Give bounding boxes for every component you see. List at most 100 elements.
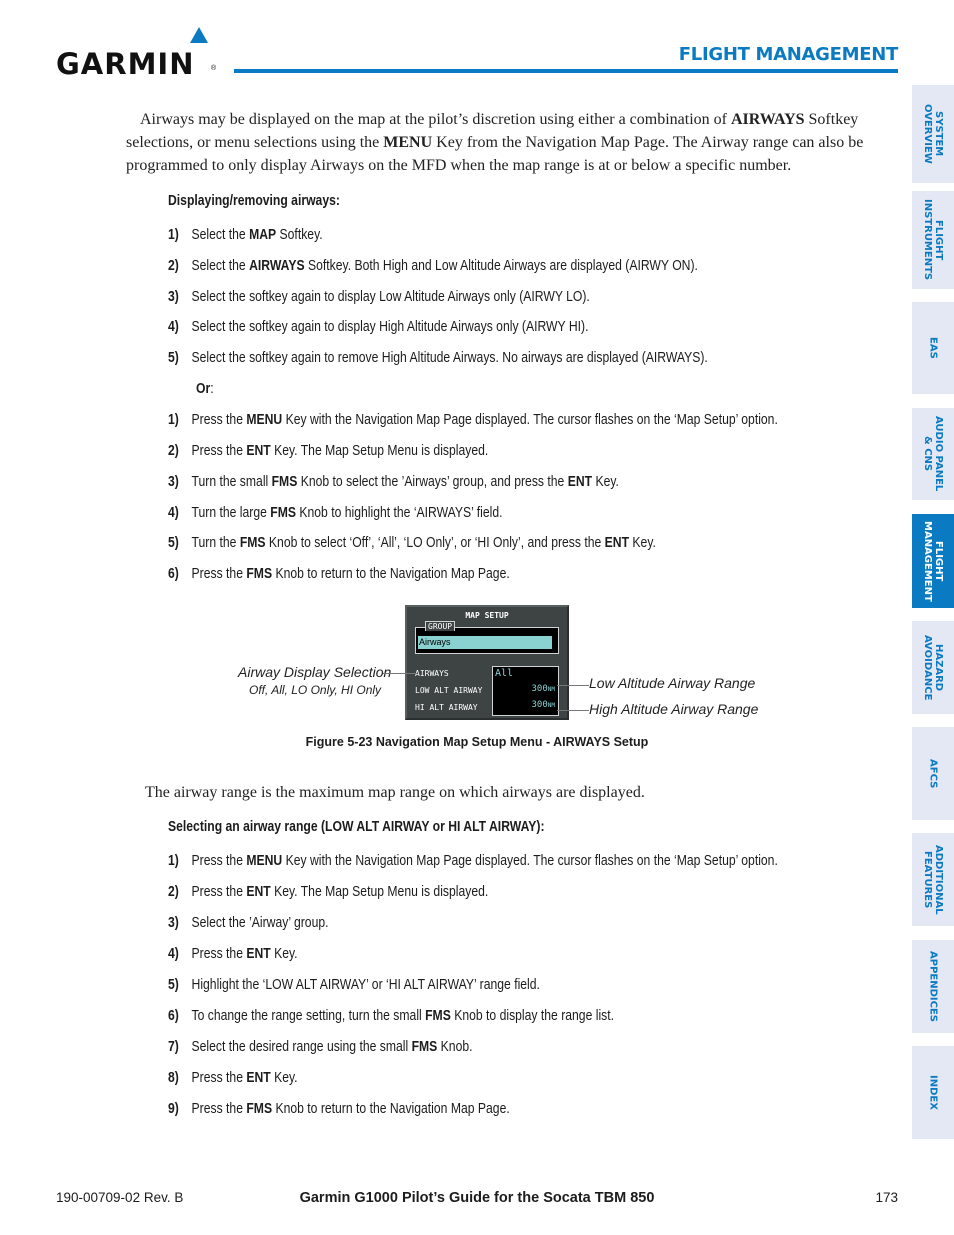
- side-tab-label: SYSTEM OVERVIEW: [922, 104, 944, 164]
- step-key: FMS: [239, 535, 266, 551]
- map-setup-screenshot: MAP SETUP Airways GROUP AIRWAYS LOW ALT …: [405, 605, 569, 720]
- step-number: 8): [168, 1070, 179, 1086]
- step-text: Knob to select ‘Off’, ‘All’, ‘LO Only’, …: [265, 535, 605, 551]
- procedure-step: 8) Press the ENT Key.: [168, 1070, 298, 1086]
- side-tab-index[interactable]: INDEX: [912, 1046, 954, 1139]
- step-text: Key. The Map Setup Menu is displayed.: [270, 884, 489, 900]
- step-text: Key. The Map Setup Menu is displayed.: [270, 443, 489, 459]
- figure-caption: Figure 5-23 Navigation Map Setup Menu - …: [305, 735, 649, 749]
- step-key: ENT: [567, 474, 593, 490]
- header-rule: [234, 69, 898, 73]
- section-heading-selecting-airway-range: Selecting an airway range (LOW ALT AIRWA…: [168, 819, 545, 835]
- footer-title: Garmin G1000 Pilot’s Guide for the Socat…: [299, 1190, 655, 1206]
- step-number: 3): [168, 474, 179, 490]
- hi-alt-range-value: 300NM: [532, 700, 556, 710]
- procedure-step: 4) Press the ENT Key.: [168, 946, 298, 962]
- airway-values-box: All 300NM 300NM: [492, 666, 559, 716]
- step-text: Select the softkey again to display High…: [191, 319, 589, 335]
- step-key: FMS: [246, 1101, 273, 1117]
- hi-alt-airway-row-label: HI ALT AIRWAY: [415, 703, 478, 712]
- procedure-step: 5) Highlight the ‘LOW ALT AIRWAY’ or ‘HI …: [168, 977, 540, 993]
- side-tab-label: APPENDICES: [927, 951, 939, 1022]
- step-key: AIRWAYS: [249, 258, 305, 274]
- callout-airway-display-selection: Airway Display Selection: [238, 664, 392, 680]
- side-tab-label: AFCS: [927, 758, 939, 789]
- step-text: Press the: [191, 853, 247, 869]
- procedure-step: 9) Press the FMS Knob to return to the Na…: [168, 1101, 510, 1117]
- logo-triangle-icon: [190, 27, 208, 43]
- procedure-step: 2) Select the AIRWAYS Softkey. Both High …: [168, 258, 698, 274]
- footer-page-number: 173: [875, 1190, 898, 1205]
- step-number: 4): [168, 505, 179, 521]
- side-tab-label: INDEX: [927, 1075, 939, 1110]
- callout-low-altitude-range: Low Altitude Airway Range: [589, 675, 756, 691]
- step-number: 5): [168, 350, 179, 366]
- step-text: Softkey.: [276, 227, 323, 243]
- step-key: FMS: [246, 566, 273, 582]
- callout-leader-line: [557, 685, 589, 686]
- step-key: MENU: [246, 853, 283, 869]
- side-tab-appendices[interactable]: APPENDICES: [912, 940, 954, 1033]
- step-text: Select the desired range using the small: [191, 1039, 412, 1055]
- step-number: 3): [168, 915, 179, 931]
- step-number: 3): [168, 289, 179, 305]
- side-tab-flight-instruments[interactable]: FLIGHT INSTRUMENTS: [912, 191, 954, 289]
- procedure-step: 5) Turn the FMS Knob to select ‘Off’, ‘Al…: [168, 535, 656, 551]
- procedure-step: 1) Press the MENU Key with the Navigation…: [168, 412, 778, 428]
- step-text: Press the: [191, 884, 247, 900]
- side-tab-hazard-avoidance[interactable]: HAZARD AVOIDANCE: [912, 621, 954, 714]
- range-unit: NM: [547, 702, 555, 709]
- airways-display-value: All: [495, 668, 514, 679]
- or-separator: Or:: [196, 381, 214, 397]
- step-text: Select the softkey again to remove High …: [191, 350, 708, 366]
- side-tab-additional-features[interactable]: ADDITIONAL FEATURES: [912, 833, 954, 926]
- side-tab-system-overview[interactable]: SYSTEM OVERVIEW: [912, 85, 954, 183]
- callout-leader-line: [557, 710, 589, 711]
- step-text: Select the ’Airway’ group.: [191, 915, 329, 931]
- range-unit: NM: [547, 686, 555, 693]
- intro-bold-menu: MENU: [383, 134, 433, 151]
- step-number: 6): [168, 566, 179, 582]
- low-alt-range-value: 300NM: [532, 684, 556, 694]
- step-number: 1): [168, 227, 179, 243]
- side-tab-audio-panel-cns[interactable]: AUDIO PANEL & CNS: [912, 408, 954, 500]
- step-key: ENT: [246, 1070, 271, 1086]
- step-text: Select the: [191, 258, 250, 274]
- step-text: Press the: [191, 1070, 247, 1086]
- step-text: Press the: [191, 566, 247, 582]
- step-text: Key.: [270, 946, 298, 962]
- side-tab-label: FLIGHT MANAGEMENT: [922, 520, 944, 602]
- group-box: Airways: [415, 627, 559, 654]
- step-number: 6): [168, 1008, 179, 1024]
- low-alt-airway-row-label: LOW ALT AIRWAY: [415, 686, 483, 695]
- step-text: To change the range setting, turn the sm…: [191, 1008, 426, 1024]
- group-label: GROUP: [425, 621, 456, 631]
- step-text: Turn the small: [191, 474, 272, 490]
- side-tab-eas[interactable]: EAS: [912, 302, 954, 394]
- intro-text: Airways may be displayed on the map at t…: [140, 111, 731, 128]
- side-tab-flight-management[interactable]: FLIGHT MANAGEMENT: [912, 514, 954, 608]
- step-key: ENT: [246, 946, 271, 962]
- section-heading-displaying-airways: Displaying/removing airways:: [168, 193, 340, 209]
- step-text: Select the: [191, 227, 250, 243]
- low-alt-range-number: 300: [531, 684, 548, 694]
- side-tab-label: AUDIO PANEL & CNS: [922, 416, 944, 492]
- side-tab-label: FLIGHT INSTRUMENTS: [922, 199, 944, 281]
- step-text: Key.: [629, 535, 656, 551]
- step-text: Key with the Navigation Map Page display…: [282, 412, 778, 428]
- step-text: Key with the Navigation Map Page display…: [282, 853, 778, 869]
- registered-mark: ®: [211, 65, 217, 72]
- garmin-logo: GARMIN ®: [56, 27, 221, 81]
- step-text: Press the: [191, 412, 247, 428]
- side-tab-label: ADDITIONAL FEATURES: [922, 844, 944, 915]
- logo-text: GARMIN: [56, 47, 195, 81]
- procedure-step: 1) Select the MAP Softkey.: [168, 227, 323, 243]
- step-number: 5): [168, 535, 179, 551]
- step-text: Knob to display the range list.: [450, 1008, 615, 1024]
- procedure-step: 6) Press the FMS Knob to return to the Na…: [168, 566, 510, 582]
- procedure-step: 2) Press the ENT Key. The Map Setup Menu …: [168, 443, 488, 459]
- step-text: Key.: [592, 474, 619, 490]
- step-number: 4): [168, 319, 179, 335]
- step-key: MENU: [246, 412, 283, 428]
- step-number: 1): [168, 412, 179, 428]
